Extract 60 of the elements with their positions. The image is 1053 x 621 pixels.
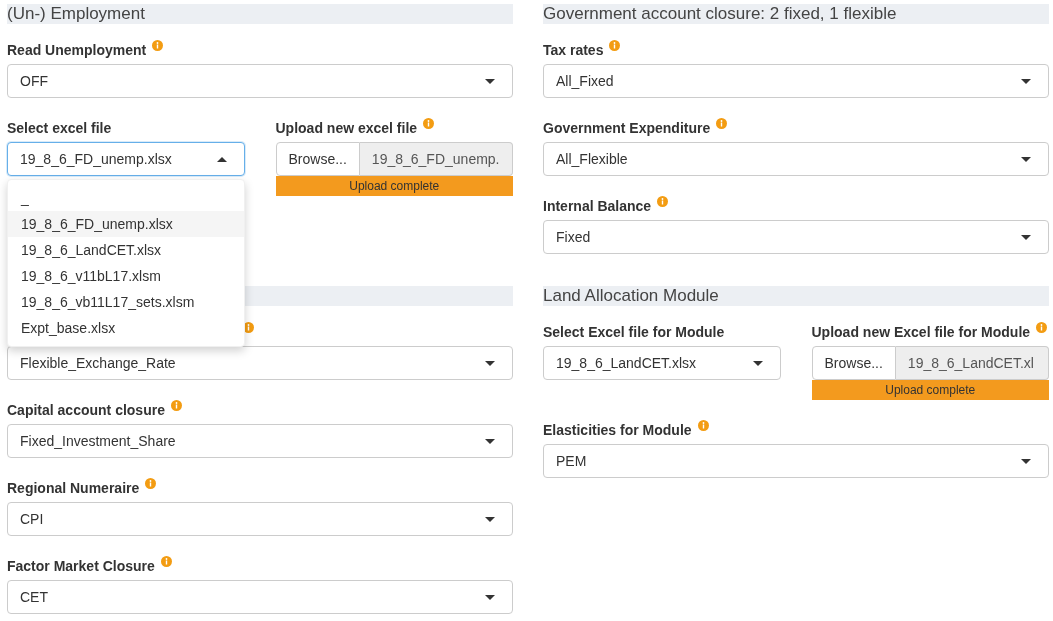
browse-button[interactable]: Browse... bbox=[275, 142, 360, 176]
select-dropdown[interactable]: All_Fixed bbox=[543, 64, 1049, 98]
caret-down-icon bbox=[1021, 78, 1031, 84]
file-name-field[interactable]: 19_8_6_LandCET.xl bbox=[895, 346, 1049, 380]
caret-down-icon bbox=[485, 360, 495, 366]
field-label: Government Expenditure bbox=[543, 119, 711, 138]
info-icon[interactable] bbox=[170, 400, 182, 411]
caret-down-icon bbox=[752, 360, 763, 366]
field-label: Capital account closure bbox=[7, 401, 165, 420]
dropdown-option[interactable]: 19_8_6_vb11L17_sets.xlsm bbox=[8, 289, 244, 315]
caret-down-icon bbox=[485, 78, 495, 84]
caret-down-icon bbox=[1021, 234, 1031, 240]
field-label: Read Unemployment bbox=[7, 41, 147, 60]
select-dropdown[interactable]: 19_8_6_FD_unemp.xlsx bbox=[7, 142, 245, 176]
section-header: Government account closure: 2 fixed, 1 flexible bbox=[543, 4, 1049, 24]
dropdown-option[interactable]: 19_8_6_FD_unemp.xlsx bbox=[8, 211, 244, 237]
select-dropdown[interactable]: 19_8_6_LandCET.xlsx bbox=[543, 346, 781, 380]
section-header: (Un-) Employment bbox=[7, 4, 513, 24]
info-icon[interactable] bbox=[609, 40, 621, 51]
field-label: Upload new excel file bbox=[275, 119, 418, 138]
field-label: Factor Market Closure bbox=[7, 557, 155, 576]
field-label: Select Excel file for Module bbox=[543, 323, 725, 342]
info-icon[interactable] bbox=[152, 40, 164, 51]
dropdown-option[interactable]: 19_8_6_LandCET.xlsx bbox=[8, 237, 244, 263]
info-icon[interactable] bbox=[716, 118, 728, 129]
select-dropdown[interactable]: Fixed bbox=[543, 220, 1049, 254]
select-dropdown[interactable]: Fixed_Investment_Share bbox=[7, 424, 513, 458]
field-label: Tax rates bbox=[543, 41, 604, 60]
dropdown-option[interactable]: 19_8_6_v11bL17.xlsm bbox=[8, 263, 244, 289]
select-dropdown[interactable]: CPI bbox=[7, 502, 513, 536]
info-icon[interactable] bbox=[160, 556, 172, 567]
caret-down-icon bbox=[1021, 156, 1031, 162]
browse-button[interactable]: Browse... bbox=[811, 346, 896, 380]
progress-text: Upload complete bbox=[885, 382, 976, 399]
info-icon[interactable] bbox=[1036, 322, 1048, 333]
field-label: Upload new Excel file for Module bbox=[811, 323, 1031, 342]
caret-down-icon bbox=[485, 516, 495, 522]
info-icon[interactable] bbox=[697, 420, 709, 431]
dropdown-option[interactable]: _ bbox=[8, 185, 244, 211]
field-label: Select excel file bbox=[7, 119, 112, 138]
file-name-field[interactable]: 19_8_6_FD_unemp. bbox=[359, 142, 513, 176]
select-dropdown[interactable]: CET bbox=[7, 580, 513, 614]
progress-text: Upload complete bbox=[349, 178, 440, 195]
info-icon[interactable] bbox=[657, 196, 669, 207]
select-dropdown[interactable]: Flexible_Exchange_Rate bbox=[7, 346, 513, 380]
field-label: Elasticities for Module bbox=[543, 421, 692, 440]
select-dropdown[interactable]: OFF bbox=[7, 64, 513, 98]
dropdown-option[interactable]: Expt_base.xlsx bbox=[8, 315, 244, 341]
info-icon[interactable] bbox=[243, 322, 254, 333]
caret-up-icon bbox=[216, 156, 227, 162]
select-dropdown[interactable]: All_Flexible bbox=[543, 142, 1049, 176]
select-dropdown[interactable]: PEM bbox=[543, 444, 1049, 478]
caret-down-icon bbox=[1021, 458, 1031, 464]
field-label: Internal Balance bbox=[543, 197, 652, 216]
section-header: Land Allocation Module bbox=[543, 286, 1049, 306]
caret-down-icon bbox=[485, 438, 495, 444]
field-label: Regional Numeraire bbox=[7, 479, 140, 498]
info-icon[interactable] bbox=[423, 118, 435, 129]
caret-down-icon bbox=[485, 594, 495, 600]
info-icon[interactable] bbox=[145, 478, 157, 489]
